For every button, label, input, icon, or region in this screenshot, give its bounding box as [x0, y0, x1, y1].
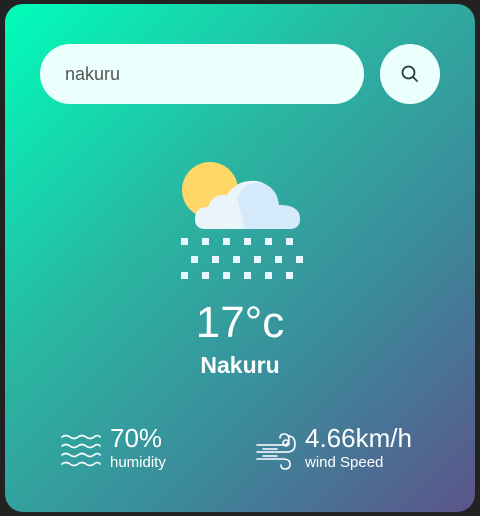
search-input[interactable] [40, 44, 364, 104]
humidity-label: humidity [110, 454, 166, 471]
snow-cloud-sun-icon [181, 162, 303, 279]
wind-label: wind Speed [305, 454, 384, 471]
search-icon [401, 65, 418, 82]
humidity-value: 70% [110, 423, 163, 453]
wind-value: 4.66km/h [305, 423, 412, 453]
humidity-panel: 70% humidity [60, 422, 220, 478]
weather-card: 17°c Nakuru 70% humidity 4.66km/h [5, 4, 475, 512]
wind-icon [256, 433, 296, 470]
search-bar [40, 44, 440, 104]
city-name: Nakuru [200, 352, 280, 378]
humidity-waves-icon [61, 434, 101, 467]
temperature: 17°c [195, 298, 285, 347]
wind-panel: 4.66km/h wind Speed [255, 422, 455, 478]
search-button[interactable] [380, 44, 440, 104]
